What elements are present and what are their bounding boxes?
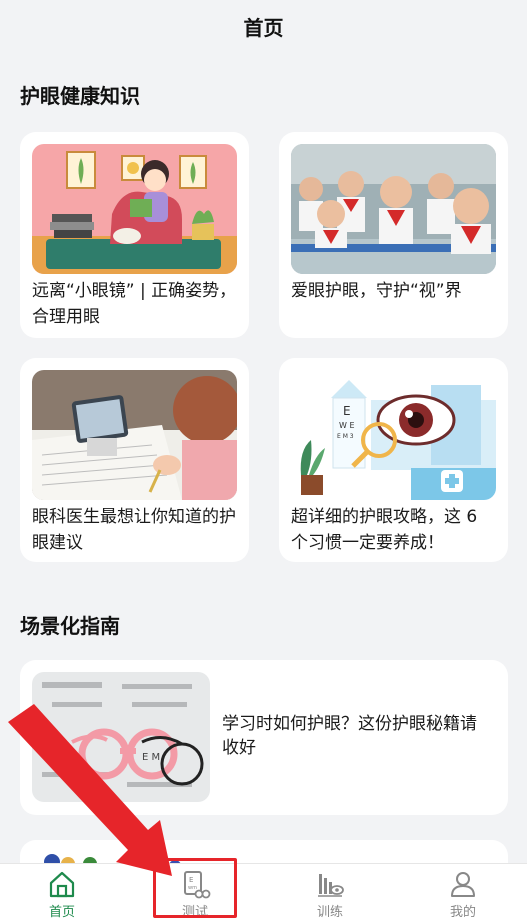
tab-training-label: 训练 — [316, 905, 343, 920]
page-title: 首页 — [243, 16, 284, 40]
svg-text:W E: W E — [339, 421, 355, 430]
article-thumbnail-eye-chart: E W E E M 3 — [291, 370, 496, 500]
article-title: 远离“小眼镜” | 正确姿势，合理用眼 — [32, 281, 237, 327]
article-title: 超详细的护眼攻略，这 6 个习惯一定要养成！ — [291, 507, 478, 553]
training-icon — [318, 874, 344, 897]
article-title: 眼科医生最想让你知道的护眼建议 — [32, 507, 236, 553]
article-thumbnail-reading-girl — [32, 144, 237, 274]
section-title-eye-care: 护眼健康知识 — [20, 84, 140, 108]
article-thumbnail-phone-homework — [32, 370, 237, 500]
tab-mine-label: 我的 — [449, 905, 476, 920]
tab-training[interactable]: 训练 — [280, 864, 380, 921]
tab-mine[interactable]: 我的 — [413, 864, 513, 921]
article-thumbnail-classroom — [291, 144, 496, 274]
annotation-arrow-icon — [8, 704, 172, 876]
section-title-scenario: 场景化指南 — [20, 614, 120, 638]
article-card-3[interactable]: 眼科医生最想让你知道的护眼建议 — [20, 358, 249, 562]
article-card-4[interactable]: E W E E M 3 超详细的护眼攻略，这 6 个习惯一定要养成！ — [279, 358, 508, 562]
article-title: 爱眼护眼，守护“视”界 — [291, 281, 462, 301]
article-card-1[interactable]: 远离“小眼镜” | 正确姿势，合理用眼 — [20, 132, 249, 338]
tab-home-label: 首页 — [48, 905, 75, 920]
svg-text:E M 3: E M 3 — [337, 433, 354, 440]
article-card-2[interactable]: 爱眼护眼，守护“视”界 — [279, 132, 508, 338]
svg-text:E: E — [343, 404, 351, 418]
profile-icon — [451, 872, 475, 897]
guide-title: 学习时如何护眼？这份护眼秘籍请收好 — [222, 714, 477, 758]
